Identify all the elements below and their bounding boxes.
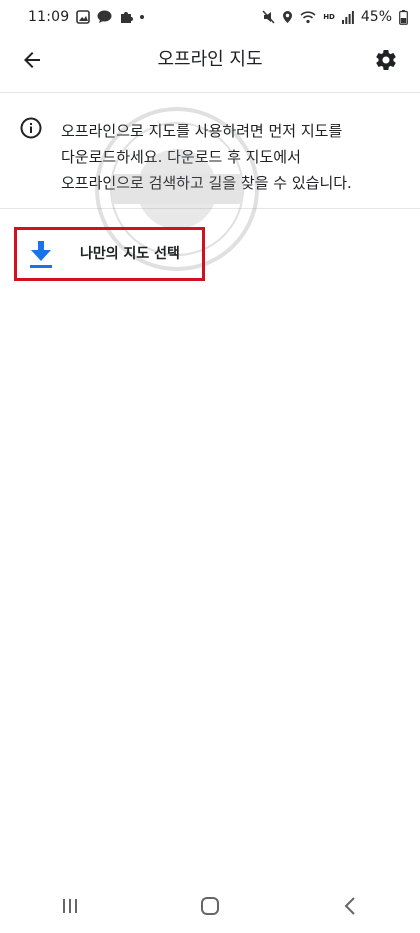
status-bar: 11:09 HD 45% <box>0 0 420 34</box>
notification-dot <box>140 15 145 19</box>
wifi-icon <box>300 10 316 24</box>
info-text: 오프라인으로 지도를 사용하려면 먼저 지도를 다운로드하세요. 다운로드 후 … <box>61 118 401 196</box>
select-my-map-label: 나만의 지도 선택 <box>80 246 180 262</box>
status-right: HD 45% <box>262 9 408 25</box>
recent-apps-button[interactable] <box>50 886 90 926</box>
puzzle-icon <box>119 10 134 24</box>
home-button[interactable] <box>190 886 230 926</box>
download-icon <box>30 241 52 268</box>
info-line-3: 오프라인으로 검색하고 길을 찾을 수 있습니다. <box>61 174 352 192</box>
hd-voice-label: HD <box>323 12 335 21</box>
signal-icon <box>341 10 354 24</box>
status-left: 11:09 <box>28 9 145 25</box>
system-nav-bar <box>0 878 420 933</box>
screen: 11:09 HD 45% 오프라인 지도 오프라인으로 지도를 사용하려면 먼저… <box>0 0 420 933</box>
battery-percent: 45% <box>360 9 392 25</box>
home-icon <box>201 896 219 915</box>
battery-icon <box>399 9 408 25</box>
nav-back-button[interactable] <box>330 886 370 926</box>
settings-button[interactable] <box>372 46 400 74</box>
gallery-icon <box>76 10 91 24</box>
back-icon <box>344 896 355 915</box>
talk-icon <box>97 10 112 24</box>
info-divider <box>0 208 420 209</box>
select-my-map-button[interactable]: 나만의 지도 선택 <box>14 227 205 281</box>
info-notice: 오프라인으로 지도를 사용하려면 먼저 지도를 다운로드하세요. 다운로드 후 … <box>0 93 420 208</box>
info-line-2: 다운로드하세요. 다운로드 후 지도에서 <box>61 148 301 166</box>
recent-apps-icon <box>63 898 77 913</box>
gear-icon <box>376 50 396 70</box>
location-icon <box>282 10 293 24</box>
status-time: 11:09 <box>28 9 70 25</box>
info-line-1: 오프라인으로 지도를 사용하려면 먼저 지도를 <box>61 122 343 140</box>
hd-voice-icon: HD <box>323 12 335 21</box>
info-icon <box>20 117 42 139</box>
page-title: 오프라인 지도 <box>157 49 263 70</box>
app-bar: 오프라인 지도 <box>0 34 420 86</box>
mute-icon <box>262 10 275 24</box>
